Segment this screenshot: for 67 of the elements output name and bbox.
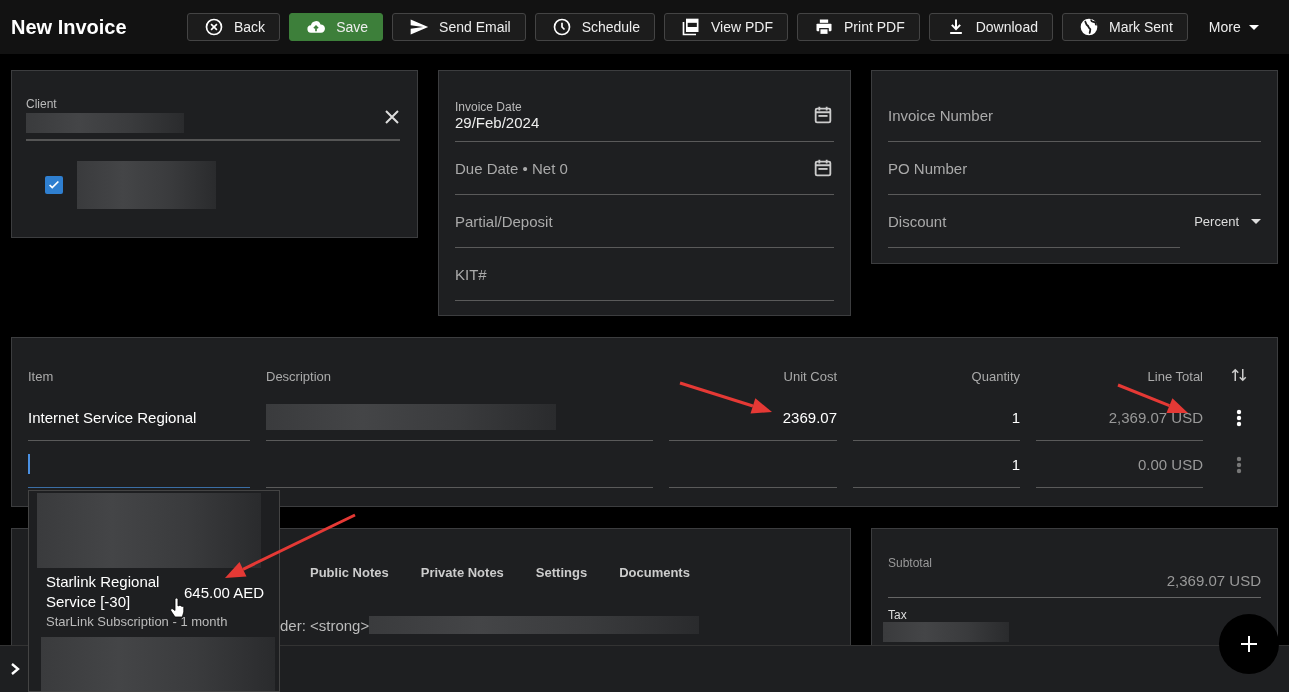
line-total: 0.00 USD	[1036, 441, 1203, 488]
toolbar-button[interactable]: Save	[289, 13, 384, 41]
subtotal-label: Subtotal	[888, 556, 934, 570]
hand-cursor-icon	[170, 598, 185, 618]
annotation-arrow	[1117, 383, 1188, 413]
field-label: Invoice Date	[455, 99, 523, 114]
field-label: Client	[26, 97, 58, 111]
tab[interactable]: Documents	[619, 561, 706, 584]
toolbar-button[interactable]: View PDF	[664, 13, 788, 41]
input-field[interactable]: Invoice Number	[888, 89, 1261, 142]
dropdown-option[interactable]: Starlink Regional Service [-30] 645.00 AED StarLink Subscription - 1 month	[33, 568, 275, 629]
field-placeholder: Partial/Deposit	[455, 212, 553, 230]
field-placeholder: KIT#	[455, 265, 487, 283]
toolbar-button[interactable]: Download	[928, 13, 1053, 41]
plus-icon	[1240, 635, 1258, 653]
more-menu-button[interactable]: More	[1204, 15, 1263, 39]
checkmark-icon	[47, 178, 61, 192]
input-field[interactable]: KIT#	[455, 248, 834, 301]
product-price: 645.00 AED	[183, 583, 265, 601]
quantity-field[interactable]: 1	[853, 441, 1020, 488]
column-header: Quantity	[970, 369, 1020, 386]
sort-icon[interactable]	[1230, 366, 1248, 384]
caret-icon	[1251, 219, 1261, 224]
toolbar-button[interactable]: Print PDF	[797, 13, 920, 41]
paper-plane-icon	[409, 17, 430, 37]
quantity-field[interactable]: 1	[853, 394, 1020, 441]
field-value: 29/Feb/2024	[455, 113, 540, 131]
input-field[interactable]: PO Number	[888, 142, 1261, 195]
input-field[interactable]: Due Date • Net 0	[455, 142, 834, 195]
column-header: Item	[28, 369, 55, 386]
item-field[interactable]: Internet Service Regional	[28, 394, 250, 441]
input-field[interactable]: Discount	[888, 195, 1181, 248]
printer-icon	[814, 17, 834, 37]
pdf-document-icon	[681, 17, 702, 37]
product-description: StarLink Subscription - 1 month	[46, 614, 229, 629]
discount-type-select[interactable]: Percent	[1194, 210, 1261, 233]
toolbar-button[interactable]: Schedule	[534, 13, 656, 41]
close-circle-icon	[204, 17, 224, 37]
field-placeholder: Discount	[888, 212, 947, 230]
tab[interactable]: Public Notes	[310, 561, 405, 584]
tab[interactable]: Private Notes	[420, 561, 520, 584]
client-field[interactable]: Client	[26, 97, 400, 141]
globe-icon	[1078, 17, 1099, 37]
clock-icon	[551, 17, 572, 37]
checkbox[interactable]	[45, 176, 63, 194]
tab[interactable]: Settings	[535, 561, 604, 584]
column-header: Unit Cost	[782, 369, 837, 386]
calendar-icon[interactable]	[812, 157, 834, 179]
close-icon[interactable]	[384, 109, 400, 125]
toolbar-button[interactable]: Mark Sent	[1061, 13, 1188, 41]
calendar-icon[interactable]	[812, 104, 834, 126]
column-header: Line Total	[1146, 369, 1203, 386]
page-title: New Invoice	[11, 15, 128, 39]
note-text: der: <strong>	[280, 616, 370, 634]
field-placeholder: Invoice Number	[888, 106, 994, 124]
field-placeholder: PO Number	[888, 159, 968, 177]
toolbar-button[interactable]: Send Email	[392, 13, 526, 41]
column-header: Description	[266, 369, 333, 386]
toolbar-button[interactable]: Back	[187, 13, 281, 41]
field-placeholder: Due Date • Net 0	[455, 159, 568, 177]
input-field[interactable]: Partial/Deposit	[455, 195, 834, 248]
tax-label: Tax	[888, 608, 908, 622]
subtotal-value: 2,369.07 USD	[888, 570, 1261, 598]
product-name: Starlink Regional Service [-30]	[46, 572, 161, 612]
input-field[interactable]: Invoice Date 29/Feb/2024	[455, 89, 834, 142]
caret-icon	[1248, 24, 1259, 30]
text-cursor	[28, 454, 30, 474]
